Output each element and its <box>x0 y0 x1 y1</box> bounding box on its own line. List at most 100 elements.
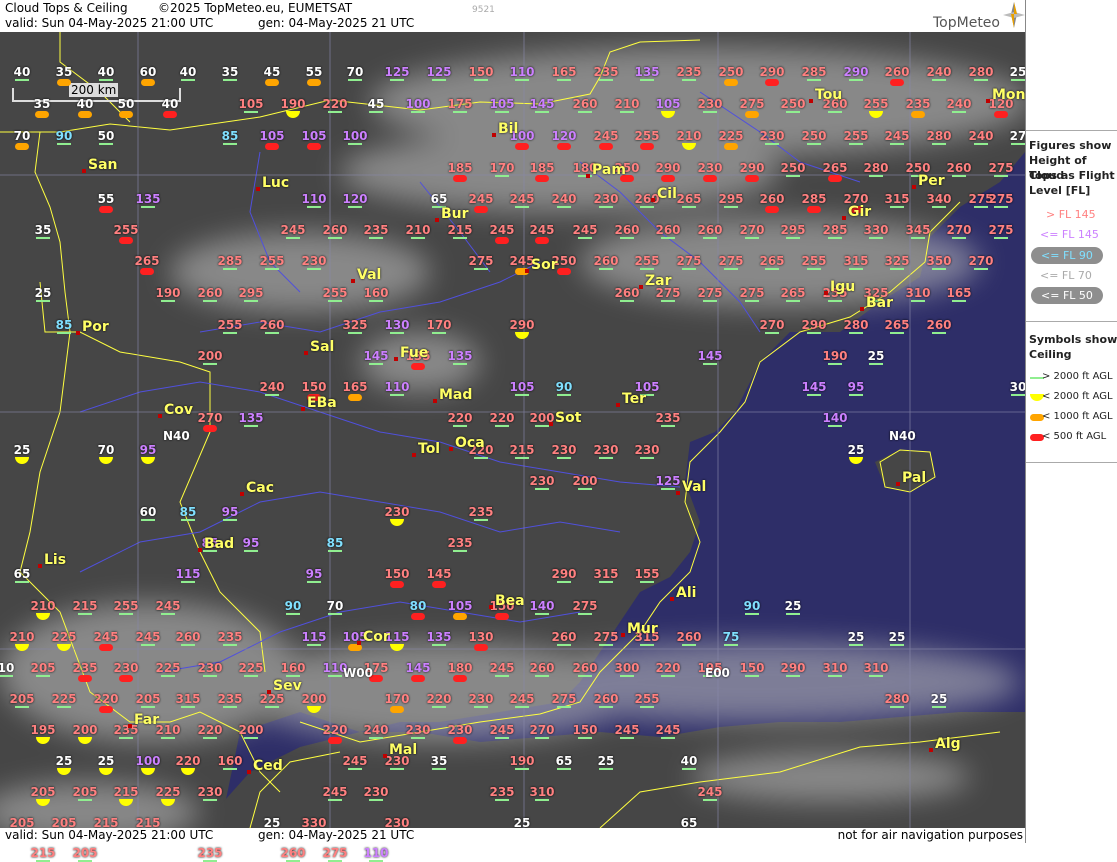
ceiling-high-marker <box>515 768 529 770</box>
cloud-top-value: 135 <box>447 349 473 363</box>
ceiling-high-marker <box>535 799 549 801</box>
city-marker <box>256 187 260 191</box>
cloud-top-value: 250 <box>718 65 744 79</box>
cloud-top-value: 25 <box>34 286 52 300</box>
ceiling-lt500-marker <box>307 143 321 150</box>
city-label: Ced <box>253 758 283 774</box>
cloud-top-value: 55 <box>305 65 323 79</box>
ceiling-lt500-marker <box>411 613 425 620</box>
ceiling-lt500-marker <box>99 644 113 651</box>
cloud-top-value: 225 <box>155 661 181 675</box>
ceiling-high-marker <box>223 706 237 708</box>
map-title: Cloud Tops & Ceiling <box>5 1 128 15</box>
cloud-top-value: 25 <box>784 599 802 613</box>
cloud-top-value: 230 <box>759 129 785 143</box>
cloud-top-value: 135 <box>238 411 264 425</box>
city-label: Mon <box>992 87 1026 103</box>
cloud-top-value: 240 <box>968 129 994 143</box>
cloud-top-value: 310 <box>863 661 889 675</box>
ceiling-high-marker <box>599 581 613 583</box>
cloud-top-value: 260 <box>572 661 598 675</box>
cloud-top-value: 270 <box>529 723 555 737</box>
ceiling-high-marker <box>974 206 988 208</box>
cloud-top-value: 145 <box>405 661 431 675</box>
topmeteo-logo[interactable]: TopMeteo <box>930 2 1025 32</box>
cloud-top-value: 235 <box>676 65 702 79</box>
cloud-top-value: 45 <box>367 97 385 111</box>
cloud-top-value: 200 <box>572 474 598 488</box>
cloud-top-value: 35 <box>55 65 73 79</box>
city-marker <box>929 748 933 752</box>
ceiling-high-marker <box>78 613 92 615</box>
ceiling-high-marker <box>432 768 446 770</box>
ceiling-high-marker <box>952 111 966 113</box>
ceiling-high-marker <box>99 79 113 81</box>
cloud-top-value: 220 <box>93 692 119 706</box>
cloud-top-value: 280 <box>926 129 952 143</box>
ceiling-lt500-marker <box>807 206 821 213</box>
ceiling-high-marker <box>203 799 217 801</box>
satellite-map[interactable]: 200 km 40 35 40 60 40 35 45 55 70 125 125 150 110 165… <box>0 32 1026 862</box>
city-marker <box>247 770 251 774</box>
fl-legend: Figures show Height of Cloud Tops as Fli… <box>1026 130 1117 322</box>
cloud-top-value: 230 <box>593 192 619 206</box>
ceiling-lt1000-marker <box>35 111 49 118</box>
ceiling-high-marker <box>620 237 634 239</box>
ceiling-high-marker <box>578 675 592 677</box>
cloud-top-value: 235 <box>655 411 681 425</box>
cloud-top-value: 175 <box>447 97 473 111</box>
ceiling-lt500-marker <box>99 706 113 713</box>
ceiling-high-marker <box>703 363 717 365</box>
cloud-top-value: 275 <box>988 192 1014 206</box>
graticule-label: E00 <box>705 666 730 680</box>
city-label: Tol <box>418 441 441 457</box>
cloud-top-value: 230 <box>697 97 723 111</box>
ceiling-high-marker <box>36 675 50 677</box>
ceiling-lt500-marker <box>765 79 779 86</box>
cloud-top-value: 260 <box>259 318 285 332</box>
ceiling-high-marker <box>265 332 279 334</box>
cloud-top-value: 235 <box>197 846 223 860</box>
ceiling-high-marker <box>828 363 842 365</box>
cloud-top-value: 235 <box>363 223 389 237</box>
cloud-top-value: 275 <box>988 223 1014 237</box>
ceiling-high-marker <box>786 175 800 177</box>
ceiling-item-lt1000: < 1000 ft AGL <box>1042 411 1113 422</box>
cloud-top-value: 115 <box>175 567 201 581</box>
ceiling-high-marker <box>411 111 425 113</box>
city-label: EBa <box>307 395 337 411</box>
ceiling-high-marker <box>869 675 883 677</box>
fl-item-145: <= FL 145 <box>1040 228 1099 241</box>
cloud-top-value: 220 <box>655 661 681 675</box>
cloud-top-value: 25 <box>13 443 31 457</box>
ceiling-lt500-marker <box>703 175 717 182</box>
city-marker <box>394 357 398 361</box>
ceiling-lt500-marker <box>328 737 342 744</box>
city-label: Bea <box>495 593 525 609</box>
city-marker <box>492 133 496 137</box>
cloud-top-value: 70 <box>346 65 364 79</box>
cloud-top-value: 170 <box>426 318 452 332</box>
city-label: Far <box>134 712 160 728</box>
cloud-top-value: 300 <box>614 661 640 675</box>
cloud-top-value: 260 <box>197 286 223 300</box>
ceiling-high-marker <box>535 613 549 615</box>
cloud-top-value: 245 <box>614 723 640 737</box>
cloud-top-value: 230 <box>529 474 555 488</box>
cloud-top-value: 40 <box>680 754 698 768</box>
cloud-top-value: 310 <box>905 286 931 300</box>
city-label: Lis <box>44 552 67 568</box>
ceiling-high-marker <box>286 237 300 239</box>
ceiling-high-marker <box>453 111 467 113</box>
city-marker <box>676 491 680 495</box>
cloud-top-value: 245 <box>509 192 535 206</box>
cloud-top-value: 275 <box>676 254 702 268</box>
city-label: Gir <box>848 204 872 220</box>
cloud-top-value: 160 <box>280 661 306 675</box>
cloud-top-value: 255 <box>259 254 285 268</box>
city-label: Pam <box>592 162 626 178</box>
city-marker <box>809 99 813 103</box>
ceiling-high-marker <box>911 300 925 302</box>
cloud-top-value: 260 <box>676 630 702 644</box>
ceiling-high-marker <box>348 143 362 145</box>
